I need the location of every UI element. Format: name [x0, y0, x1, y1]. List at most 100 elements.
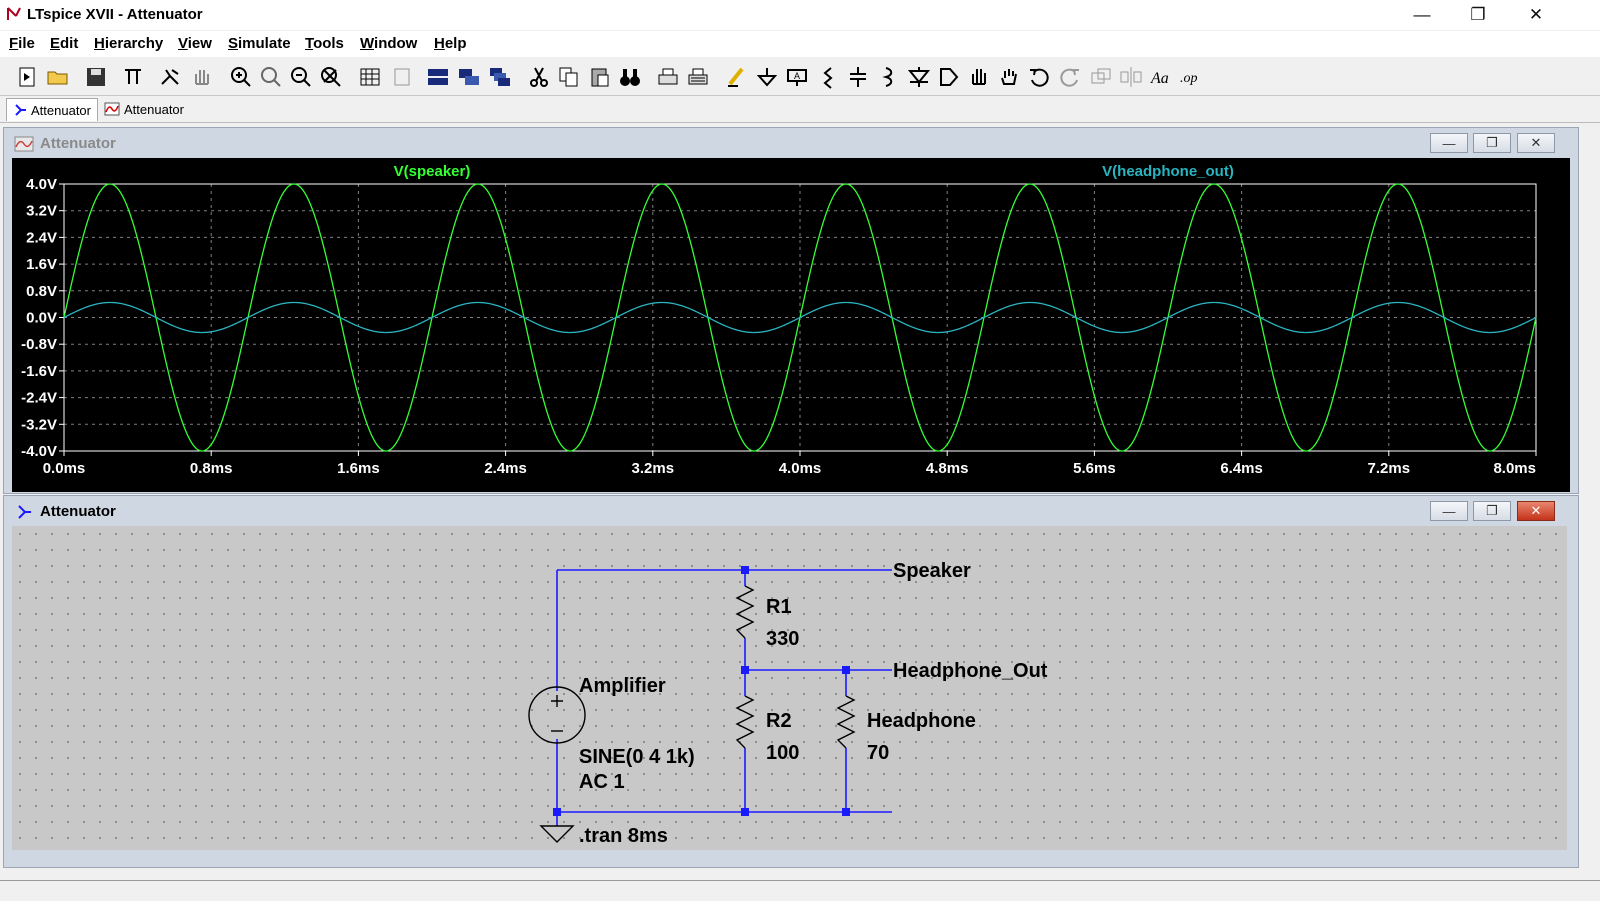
x-tick-label: 2.4ms [484, 460, 527, 477]
waveform-minimize-button[interactable]: — [1430, 133, 1468, 153]
waveform-maximize-button[interactable]: ❐ [1473, 133, 1511, 153]
schematic-window-icon [18, 505, 31, 519]
tab-schematic[interactable]: Attenuator [6, 98, 98, 121]
junction-bottom-mid [741, 808, 749, 816]
mirror-icon[interactable] [1118, 64, 1144, 90]
y-tick-label: 4.0V [26, 176, 57, 193]
menu-tools[interactable]: Tools [305, 35, 344, 52]
source-ac-value[interactable]: AC 1 [579, 771, 625, 793]
zoom-in-icon[interactable] [228, 64, 254, 90]
menu-window[interactable]: Window [360, 35, 417, 52]
y-tick-label: -4.0V [21, 443, 57, 460]
schematic-maximize-button[interactable]: ❐ [1473, 501, 1511, 521]
tab-waveform-label: Attenuator [124, 101, 184, 117]
junction-mid-right [842, 666, 850, 674]
net-label-speaker[interactable]: Speaker [893, 560, 971, 582]
tab-waveform[interactable]: Attenuator [98, 98, 190, 120]
waveform-window-icon [14, 136, 34, 152]
tran-directive[interactable]: .tran 8ms [579, 825, 668, 847]
control-panel-icon[interactable] [120, 64, 146, 90]
document-tab-bar: Attenuator Attenuator [0, 96, 1600, 123]
mark-unref-icon[interactable] [389, 64, 415, 90]
label-net-icon[interactable]: A [784, 64, 810, 90]
ltspice-app-icon [7, 7, 21, 20]
schematic-window-title: Attenuator [40, 503, 116, 520]
schematic-minimize-button[interactable]: — [1430, 501, 1468, 521]
menu-hierarchy[interactable]: Hierarchy [94, 35, 163, 52]
schematic-canvas[interactable]: Speaker Headphone_Out R1 330 R2 100 Head… [12, 526, 1567, 850]
menu-edit[interactable]: Edit [50, 35, 78, 52]
menu-help[interactable]: Help [434, 35, 467, 52]
r2-name[interactable]: R2 [766, 710, 792, 732]
print-preview-icon[interactable] [685, 64, 711, 90]
waveform-close-button[interactable]: ✕ [1517, 133, 1555, 153]
junction-bottom-left [553, 808, 561, 816]
r2-value[interactable]: 100 [766, 742, 799, 764]
paste-icon[interactable] [587, 64, 613, 90]
copy-icon[interactable] [556, 64, 582, 90]
close-button[interactable]: ✕ [1508, 0, 1564, 30]
save-icon[interactable] [83, 64, 109, 90]
diode-icon[interactable] [906, 64, 932, 90]
waveform-window: Attenuator — ❐ ✕ 0.0ms 0.8ms 1.6ms 2.4ms 3.2… [3, 127, 1579, 494]
resistor-r2[interactable] [735, 695, 755, 749]
minimize-button[interactable]: — [1394, 0, 1450, 30]
restore-button[interactable]: ❐ [1450, 0, 1506, 30]
series-line-1[interactable] [63, 301, 1537, 334]
autorange-icon[interactable] [357, 64, 383, 90]
spice-directive-icon[interactable]: .op [1178, 64, 1204, 90]
move-hand-icon[interactable] [966, 64, 992, 90]
zoom-out-icon[interactable] [288, 64, 314, 90]
rotate-icon[interactable] [1088, 64, 1114, 90]
inductor-icon[interactable] [875, 64, 901, 90]
y-tick-label: 3.2V [26, 203, 57, 220]
x-tick-label: 6.4ms [1220, 460, 1263, 477]
ground-icon[interactable] [754, 64, 780, 90]
menu-view[interactable]: View [178, 35, 212, 52]
cascade-icon[interactable] [487, 64, 513, 90]
r1-name[interactable]: R1 [766, 596, 792, 618]
r1-value[interactable]: 330 [766, 628, 799, 650]
menu-simulate[interactable]: Simulate [228, 35, 291, 52]
waveform-plot-area[interactable]: 0.0ms 0.8ms 1.6ms 2.4ms 3.2ms 4.0ms 4.8ms 5.6ms… [12, 158, 1570, 492]
net-label-headphone-out[interactable]: Headphone_Out [893, 660, 1048, 682]
draw-wire-icon[interactable] [724, 64, 750, 90]
capacitor-icon[interactable] [845, 64, 871, 90]
zoom-full-icon[interactable] [258, 64, 284, 90]
waveform-window-title: Attenuator [40, 135, 116, 152]
run-icon[interactable] [158, 64, 184, 90]
new-schematic-icon[interactable] [14, 64, 40, 90]
resistor-r1[interactable] [735, 585, 755, 639]
series-legend-label-1[interactable]: V(headphone_out) [1102, 163, 1234, 180]
resistor-headphone[interactable] [836, 695, 856, 749]
source-value[interactable]: SINE(0 4 1k) [579, 746, 695, 768]
redo-icon[interactable] [1057, 64, 1083, 90]
cut-icon[interactable] [526, 64, 552, 90]
junction-bottom-right [842, 808, 850, 816]
schematic-drawing[interactable]: Speaker Headphone_Out R1 330 R2 100 Head… [12, 526, 1567, 850]
series-legend-label-0[interactable]: V(speaker) [394, 163, 471, 180]
text-icon[interactable]: Aa [1148, 64, 1174, 90]
find-binoculars-icon[interactable] [617, 64, 643, 90]
menu-file[interactable]: File [9, 35, 35, 52]
resistor-icon[interactable] [815, 64, 841, 90]
print-icon[interactable] [655, 64, 681, 90]
undo-icon[interactable] [1026, 64, 1052, 90]
zoom-cancel-icon[interactable] [318, 64, 344, 90]
x-tick-label: 4.8ms [926, 460, 969, 477]
y-tick-label: 1.6V [26, 256, 57, 273]
source-name[interactable]: Amplifier [579, 675, 666, 697]
waveform-chart[interactable]: 0.0ms 0.8ms 1.6ms 2.4ms 3.2ms 4.0ms 4.8ms 5.6ms… [12, 158, 1570, 492]
headphone-name[interactable]: Headphone [867, 710, 976, 732]
status-bar [0, 880, 1600, 901]
tile-horizontal-icon[interactable] [425, 64, 451, 90]
halt-hand-icon[interactable] [189, 64, 215, 90]
schematic-close-button[interactable]: ✕ [1517, 501, 1555, 521]
tile-vertical-icon[interactable] [456, 64, 482, 90]
drag-hand-icon[interactable] [996, 64, 1022, 90]
ground-symbol[interactable] [539, 825, 575, 843]
headphone-value[interactable]: 70 [867, 742, 889, 764]
svg-text:.op: .op [1180, 71, 1198, 86]
component-icon[interactable] [936, 64, 962, 90]
open-folder-icon[interactable] [45, 64, 71, 90]
